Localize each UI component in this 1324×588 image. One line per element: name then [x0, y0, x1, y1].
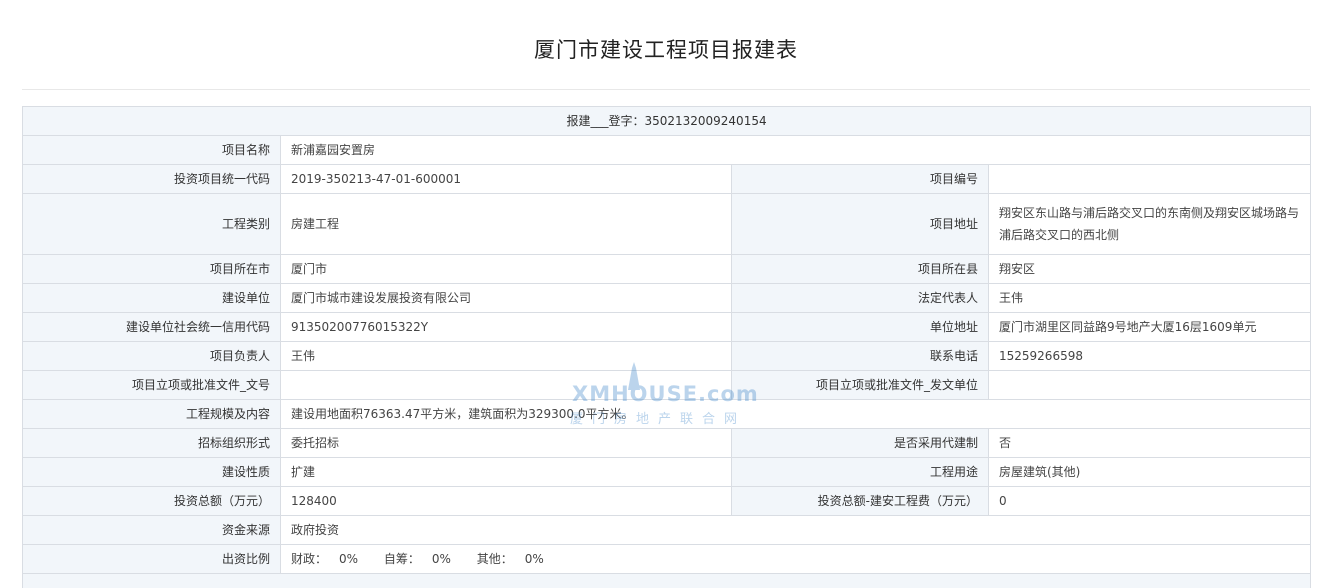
table-row: 项目所在市 厦门市 项目所在县 翔安区 — [23, 255, 1311, 284]
ratio-item-finance: 财政： 0% — [291, 552, 362, 566]
construct-fee-value: 0 — [989, 487, 1311, 516]
title-divider — [22, 89, 1310, 90]
agent-build-value: 否 — [989, 429, 1311, 458]
project-no-label: 项目编号 — [732, 165, 989, 194]
approval-doc-unit-value — [989, 371, 1311, 400]
project-county-label: 项目所在县 — [732, 255, 989, 284]
table-row: 工程类别 房建工程 项目地址 翔安区东山路与浦后路交叉口的东南侧及翔安区城场路与… — [23, 194, 1311, 255]
total-invest-label: 投资总额（万元） — [23, 487, 281, 516]
scale-value: 建设用地面积76363.47平方米，建筑面积为329300.0平方米。 — [281, 400, 1311, 429]
project-address-label: 项目地址 — [732, 194, 989, 255]
approval-doc-no-label: 项目立项或批准文件_文号 — [23, 371, 281, 400]
credit-code-label: 建设单位社会统一信用代码 — [23, 313, 281, 342]
table-row: 工程规模及内容 建设用地面积76363.47平方米，建筑面积为329300.0平… — [23, 400, 1311, 429]
project-name-value: 新浦嘉园安置房 — [281, 136, 1311, 165]
table-row: 建设单位社会统一信用代码 91350200776015322Y 单位地址 厦门市… — [23, 313, 1311, 342]
ratio-self-label: 自筹： — [384, 552, 420, 566]
project-no-value — [989, 165, 1311, 194]
usage-value: 房屋建筑(其他) — [989, 458, 1311, 487]
invest-code-value: 2019-350213-47-01-600001 — [281, 165, 732, 194]
table-row: 项目名称 新浦嘉园安置房 — [23, 136, 1311, 165]
builder-label: 建设单位 — [23, 284, 281, 313]
ratio-other-value: 0% — [525, 552, 544, 566]
unit-address-label: 单位地址 — [732, 313, 989, 342]
approval-doc-unit-label: 项目立项或批准文件_发文单位 — [732, 371, 989, 400]
project-city-label: 项目所在市 — [23, 255, 281, 284]
construct-fee-label: 投资总额-建安工程费（万元） — [732, 487, 989, 516]
registration-number: 报建___登字：3502132009240154 — [23, 107, 1311, 136]
bid-form-label: 招标组织形式 — [23, 429, 281, 458]
ratio-item-other: 其他： 0% — [477, 552, 544, 566]
table-row: 项目立项或批准文件_文号 项目立项或批准文件_发文单位 — [23, 371, 1311, 400]
project-leader-value: 王伟 — [281, 342, 732, 371]
table-row: 投资总额（万元） 128400 投资总额-建安工程费（万元） 0 — [23, 487, 1311, 516]
unit-address-value: 厦门市湖里区同益路9号地产大厦16层1609单元 — [989, 313, 1311, 342]
bid-form-value: 委托招标 — [281, 429, 732, 458]
ratio-value: 财政： 0% 自筹： 0% 其他： 0% — [281, 545, 1311, 574]
ratio-finance-label: 财政： — [291, 552, 327, 566]
ratio-item-self: 自筹： 0% — [384, 552, 455, 566]
project-leader-label: 项目负责人 — [23, 342, 281, 371]
table-row: 招标组织形式 委托招标 是否采用代建制 否 — [23, 429, 1311, 458]
fund-source-label: 资金来源 — [23, 516, 281, 545]
ratio-self-value: 0% — [432, 552, 451, 566]
table-header-row: 报建___登字：3502132009240154 — [23, 107, 1311, 136]
ratio-finance-value: 0% — [339, 552, 358, 566]
table-row: 出资比例 财政： 0% 自筹： 0% 其他： 0% — [23, 545, 1311, 574]
invest-code-label: 投资项目统一代码 — [23, 165, 281, 194]
legal-rep-value: 王伟 — [989, 284, 1311, 313]
table-footer — [23, 574, 1311, 588]
builder-value: 厦门市城市建设发展投资有限公司 — [281, 284, 732, 313]
ratio-label: 出资比例 — [23, 545, 281, 574]
table-row: 建设单位 厦门市城市建设发展投资有限公司 法定代表人 王伟 — [23, 284, 1311, 313]
project-address-value: 翔安区东山路与浦后路交叉口的东南侧及翔安区城场路与浦后路交叉口的西北侧 — [989, 194, 1311, 255]
scale-label: 工程规模及内容 — [23, 400, 281, 429]
table-row: 建设性质 扩建 工程用途 房屋建筑(其他) — [23, 458, 1311, 487]
ratio-other-label: 其他： — [477, 552, 513, 566]
approval-doc-no-value — [281, 371, 732, 400]
eng-category-value: 房建工程 — [281, 194, 732, 255]
page-title: 厦门市建设工程项目报建表 — [0, 34, 1324, 64]
registration-table: 报建___登字：3502132009240154 项目名称 新浦嘉园安置房 投资… — [22, 106, 1311, 588]
usage-label: 工程用途 — [732, 458, 989, 487]
eng-category-label: 工程类别 — [23, 194, 281, 255]
nature-label: 建设性质 — [23, 458, 281, 487]
project-city-value: 厦门市 — [281, 255, 732, 284]
agent-build-label: 是否采用代建制 — [732, 429, 989, 458]
phone-label: 联系电话 — [732, 342, 989, 371]
nature-value: 扩建 — [281, 458, 732, 487]
table-row: 项目负责人 王伟 联系电话 15259266598 — [23, 342, 1311, 371]
table-row: 资金来源 政府投资 — [23, 516, 1311, 545]
legal-rep-label: 法定代表人 — [732, 284, 989, 313]
project-county-value: 翔安区 — [989, 255, 1311, 284]
fund-source-value: 政府投资 — [281, 516, 1311, 545]
credit-code-value: 91350200776015322Y — [281, 313, 732, 342]
table-footer-row — [23, 574, 1311, 588]
project-name-label: 项目名称 — [23, 136, 281, 165]
table-row: 投资项目统一代码 2019-350213-47-01-600001 项目编号 — [23, 165, 1311, 194]
phone-value: 15259266598 — [989, 342, 1311, 371]
total-invest-value: 128400 — [281, 487, 732, 516]
